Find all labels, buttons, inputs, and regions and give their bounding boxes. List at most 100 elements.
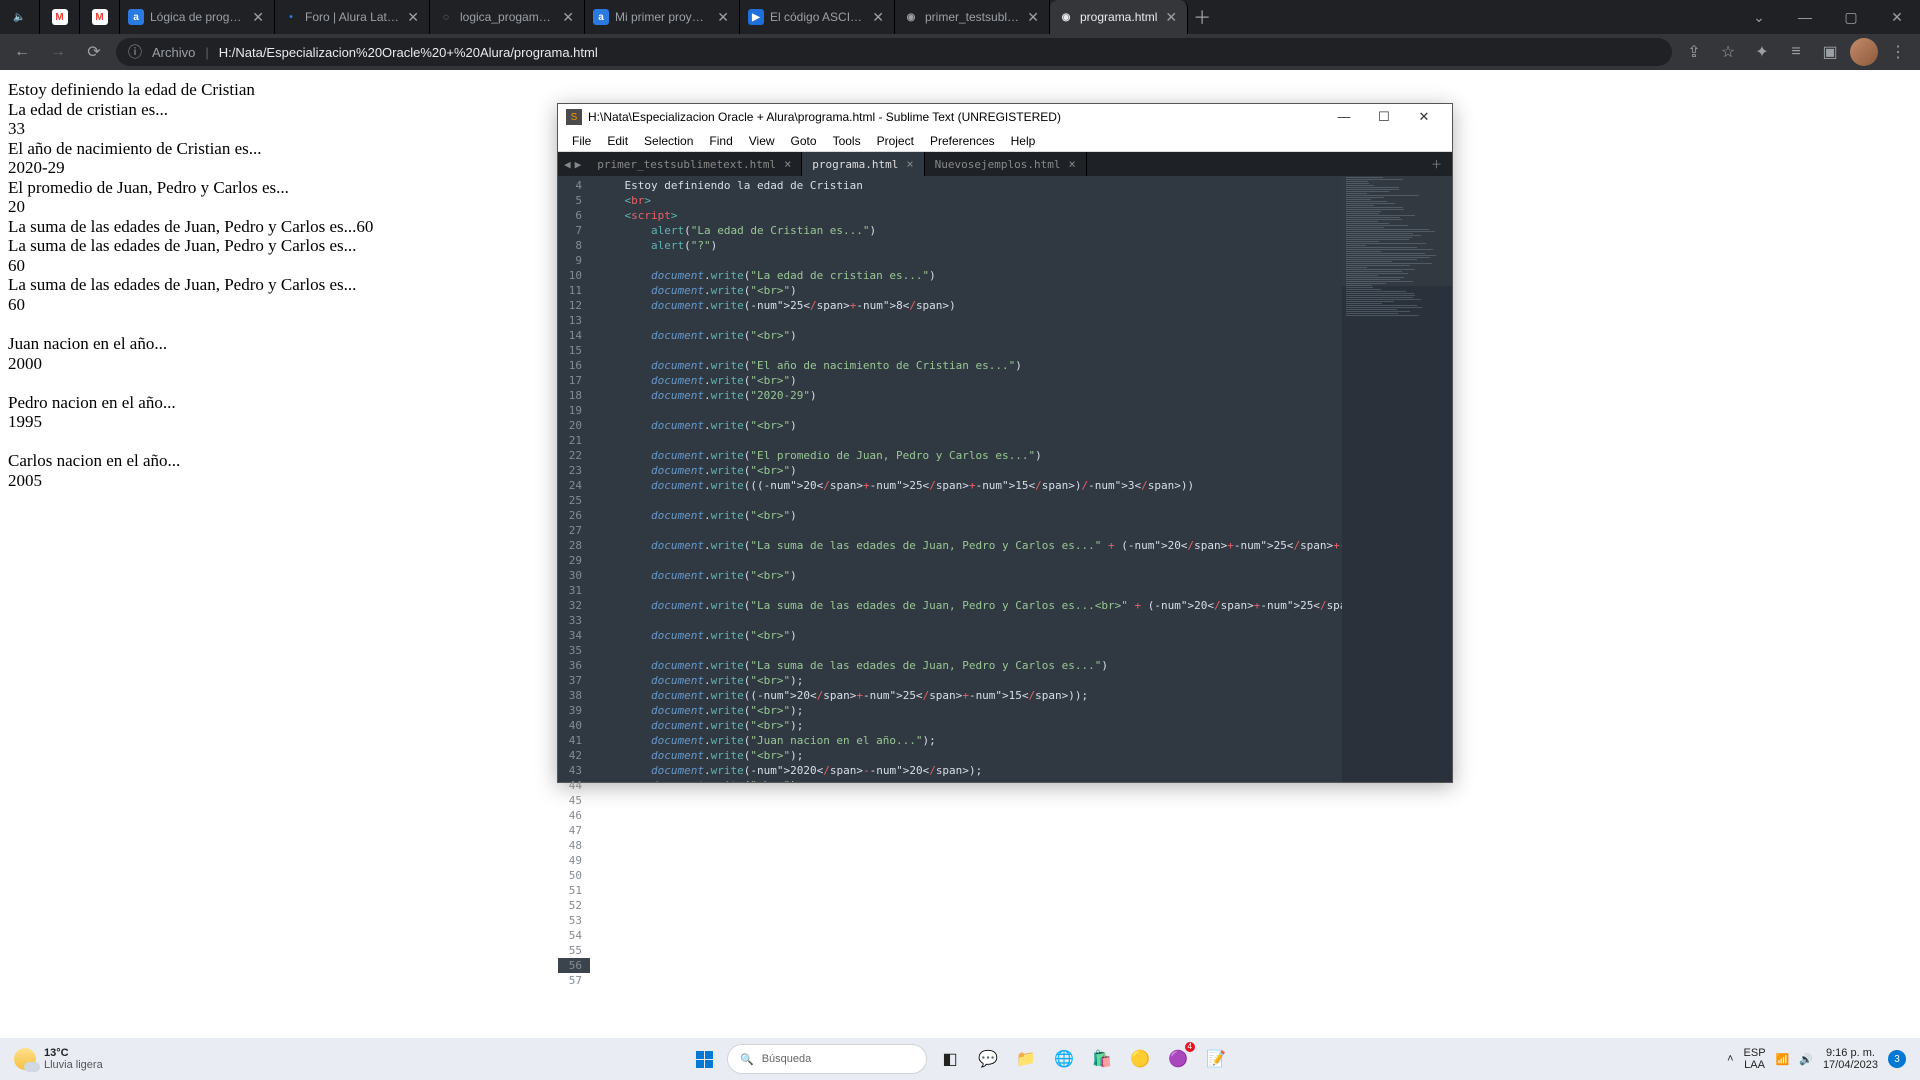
sublime-tab-close-icon[interactable]: ×: [906, 157, 913, 171]
task-view-icon[interactable]: ◧: [935, 1044, 965, 1074]
browser-tab[interactable]: M: [40, 0, 80, 34]
side-panel-icon[interactable]: ▣: [1816, 38, 1844, 66]
tab-close-icon[interactable]: ✕: [715, 9, 731, 26]
sublime-menu-item[interactable]: Selection: [636, 134, 701, 148]
tab-favicon: ◌: [438, 9, 454, 25]
browser-tab[interactable]: ▶El código ASCII Co✕: [740, 0, 895, 34]
tab-favicon: ◉: [1058, 9, 1074, 25]
sublime-menu-item[interactable]: Goto: [783, 134, 825, 148]
tab-close-icon[interactable]: ✕: [405, 9, 421, 26]
taskbar-search[interactable]: 🔍 Búsqueda: [727, 1044, 927, 1074]
explorer-icon[interactable]: 📁: [1011, 1044, 1041, 1074]
browser-tab[interactable]: aMi primer proyecto✕: [585, 0, 740, 34]
sublime-title-text: H:\Nata\Especializacion Oracle + Alura\p…: [588, 110, 1061, 124]
address-bar[interactable]: ⓘ Archivo | H:/Nata/Especializacion%20Or…: [116, 38, 1672, 66]
volume-icon[interactable]: 🔊: [1799, 1053, 1813, 1066]
tab-close-icon[interactable]: ✕: [870, 9, 886, 26]
share-icon[interactable]: ⇪: [1680, 38, 1708, 66]
sublime-maximize-button[interactable]: ☐: [1364, 109, 1404, 125]
back-button[interactable]: ←: [8, 38, 36, 66]
browser-tab[interactable]: ◌logica_progamacio✕: [430, 0, 585, 34]
sublime-editor: 4567891011121314151617181920212223242526…: [558, 176, 1452, 782]
chrome-menu-icon[interactable]: ⋮: [1884, 38, 1912, 66]
tab-title: programa.html: [1080, 10, 1157, 24]
sublime-window[interactable]: S H:\Nata\Especializacion Oracle + Alura…: [557, 103, 1453, 783]
sublime-app-icon: S: [566, 109, 582, 125]
sublime-tab-close-icon[interactable]: ×: [784, 157, 791, 171]
maximize-button[interactable]: ▢: [1828, 0, 1874, 34]
start-button[interactable]: [689, 1044, 719, 1074]
browser-tabs: 🔈 M MaLógica de program✕ • Foro | Alura Lata…: [0, 0, 1188, 34]
site-info-icon[interactable]: ⓘ: [128, 42, 142, 62]
sublime-code-area[interactable]: Estoy definiendo la edad de Cristian <br…: [590, 176, 1342, 782]
close-button[interactable]: ✕: [1874, 0, 1920, 34]
tab-title: Foro | Alura Latam: [305, 10, 399, 24]
tray-chevron-icon[interactable]: ˄: [1727, 1053, 1733, 1065]
notifications-badge[interactable]: 3: [1888, 1050, 1906, 1068]
tab-favicon: •: [283, 9, 299, 25]
sublime-menu-item[interactable]: Preferences: [922, 134, 1003, 148]
search-icon: 🔍: [740, 1053, 754, 1066]
sublime-tab[interactable]: primer_testsublimetext.html ×: [587, 152, 802, 176]
wifi-icon[interactable]: 📶: [1776, 1053, 1790, 1066]
extensions-icon[interactable]: ✦: [1748, 38, 1776, 66]
sublime-minimap[interactable]: [1342, 176, 1452, 782]
sublime-menu-item[interactable]: Help: [1003, 134, 1044, 148]
chrome-icon[interactable]: 🟡: [1125, 1044, 1155, 1074]
sublime-tab-label: programa.html: [812, 158, 898, 171]
browser-tab[interactable]: 🔈: [0, 0, 40, 34]
tab-favicon: ◉: [903, 9, 919, 25]
sublime-close-button[interactable]: ✕: [1404, 109, 1444, 125]
sublime-menu-item[interactable]: View: [741, 134, 783, 148]
browser-tab[interactable]: ◉ primer_testsublime ✕: [895, 0, 1050, 34]
discord-icon[interactable]: 🟣4: [1163, 1044, 1193, 1074]
tab-title: primer_testsublime: [925, 10, 1019, 24]
bookmark-icon[interactable]: ☆: [1714, 38, 1742, 66]
browser-toolbar: ← → ⟳ ⓘ Archivo | H:/Nata/Especializacio…: [0, 34, 1920, 70]
new-tab-button[interactable]: ＋: [1188, 0, 1216, 34]
store-icon[interactable]: 🛍️: [1087, 1044, 1117, 1074]
sublime-tab[interactable]: Nuevosejemplos.html×: [925, 152, 1087, 176]
sublime-tab[interactable]: programa.html ×: [802, 152, 924, 176]
tab-favicon: a: [128, 9, 144, 25]
edge-icon[interactable]: 🌐: [1049, 1044, 1079, 1074]
browser-tab[interactable]: ◉ programa.html ✕: [1050, 0, 1188, 34]
discord-badge: 4: [1185, 1042, 1195, 1052]
taskbar-weather[interactable]: 13°C Lluvia ligera: [0, 1047, 103, 1071]
teams-icon[interactable]: 💬: [973, 1044, 1003, 1074]
sublime-menu-item[interactable]: Edit: [599, 134, 636, 148]
minimize-button[interactable]: —: [1782, 0, 1828, 34]
search-placeholder: Búsqueda: [762, 1053, 812, 1065]
tab-favicon: M: [52, 9, 68, 25]
tab-close-icon[interactable]: ✕: [560, 9, 576, 26]
window-controls: ⌄ — ▢ ✕: [1736, 0, 1920, 34]
sublime-taskbar-icon[interactable]: 📝: [1201, 1044, 1231, 1074]
clock[interactable]: 9:16 p. m. 17/04/2023: [1823, 1047, 1878, 1071]
browser-tab[interactable]: M: [80, 0, 120, 34]
profile-avatar[interactable]: [1850, 38, 1878, 66]
tab-close-icon[interactable]: ✕: [1163, 9, 1179, 26]
tab-close-icon[interactable]: ✕: [250, 9, 266, 26]
tab-close-icon[interactable]: ✕: [1025, 9, 1041, 26]
sublime-gutter[interactable]: 4567891011121314151617181920212223242526…: [558, 176, 590, 782]
sublime-tab-close-icon[interactable]: ×: [1068, 157, 1075, 171]
sublime-new-tab-button[interactable]: ＋: [1421, 152, 1452, 176]
tab-favicon: a: [593, 9, 609, 25]
sublime-titlebar[interactable]: S H:\Nata\Especializacion Oracle + Alura…: [558, 104, 1452, 130]
browser-tab[interactable]: • Foro | Alura Latam ✕: [275, 0, 430, 34]
sublime-minimize-button[interactable]: —: [1324, 109, 1364, 125]
sublime-menu-item[interactable]: Project: [869, 134, 922, 148]
reload-button[interactable]: ⟳: [80, 38, 108, 66]
sublime-menu-item[interactable]: Find: [701, 134, 740, 148]
tab-search-button[interactable]: ⌄: [1736, 0, 1782, 34]
sublime-menu-item[interactable]: Tools: [825, 134, 869, 148]
sublime-menubar[interactable]: FileEditSelectionFindViewGotoToolsProjec…: [558, 130, 1452, 152]
tab-favicon: M: [92, 9, 108, 25]
reading-list-icon[interactable]: ≡: [1782, 38, 1810, 66]
language-indicator[interactable]: ESP LAA: [1744, 1047, 1766, 1071]
sublime-menu-item[interactable]: File: [564, 134, 599, 148]
forward-button[interactable]: →: [44, 38, 72, 66]
browser-tab[interactable]: aLógica de program✕: [120, 0, 275, 34]
sublime-tab-label: primer_testsublimetext.html: [597, 158, 776, 171]
sublime-tab-nav[interactable]: ◀▶: [558, 152, 587, 176]
